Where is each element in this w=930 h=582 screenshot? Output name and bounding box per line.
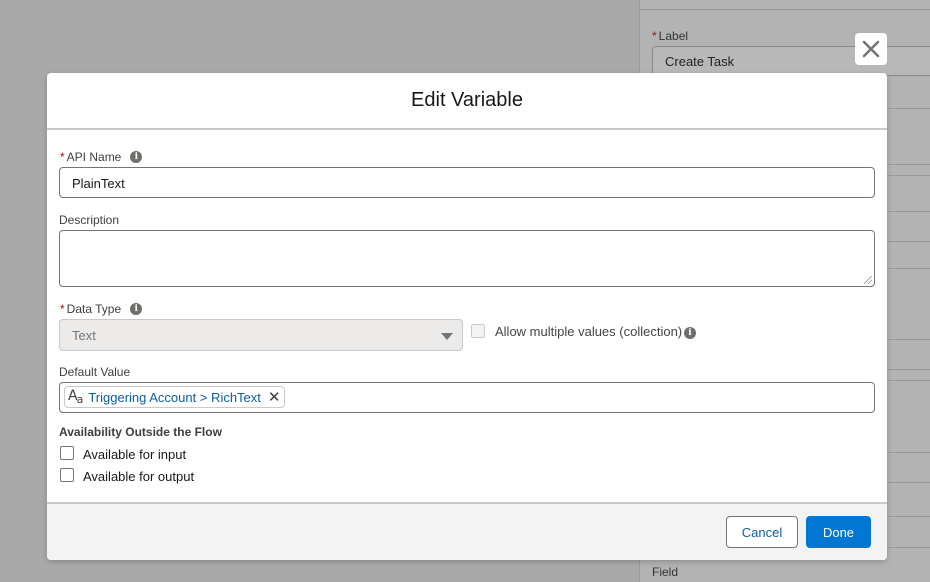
close-modal-button[interactable] xyxy=(855,33,887,65)
default-value-label: Default Value xyxy=(59,365,130,379)
description-textarea[interactable] xyxy=(59,230,875,287)
modal-body: * API Name i PlainText Description * Dat… xyxy=(47,130,887,502)
required-mark: * xyxy=(60,302,65,316)
data-type-label: * Data Type i xyxy=(60,302,143,316)
remove-pill-icon[interactable]: ✕ xyxy=(268,388,281,406)
data-type-label-text: Data Type xyxy=(66,302,122,316)
allow-multiple-label: Allow multiple values (collection) xyxy=(495,324,683,339)
cancel-button[interactable]: Cancel xyxy=(726,516,798,548)
info-icon[interactable]: i xyxy=(130,151,143,163)
data-type-value: Text xyxy=(72,328,96,343)
panel-divider xyxy=(639,9,930,10)
availability-section-title: Availability Outside the Flow xyxy=(59,425,222,439)
panel-field-label: Field xyxy=(652,565,679,579)
chevron-down-icon xyxy=(441,333,453,340)
required-mark: * xyxy=(652,29,657,43)
close-icon xyxy=(862,40,880,58)
description-label-text: Description xyxy=(59,213,120,227)
api-name-label-text: API Name xyxy=(66,150,122,164)
available-for-output-label: Available for output xyxy=(83,469,195,484)
data-type-select[interactable]: Text xyxy=(59,319,463,351)
allow-multiple-checkbox[interactable] xyxy=(471,324,485,338)
default-value-combobox[interactable]: Aa Triggering Account > RichText ✕ xyxy=(59,382,875,413)
api-name-label: * API Name i xyxy=(60,150,143,164)
available-for-input-checkbox[interactable] xyxy=(60,446,74,460)
resize-handle[interactable] xyxy=(864,276,872,284)
default-value-label-text: Default Value xyxy=(59,365,131,379)
available-for-input-label: Available for input xyxy=(83,447,187,462)
panel-label-input: Create Task xyxy=(652,46,930,76)
modal-footer: Cancel Done xyxy=(47,502,887,560)
info-icon[interactable]: i xyxy=(130,303,143,315)
panel-label-field-label: * Label xyxy=(652,29,688,43)
required-mark: * xyxy=(60,150,65,164)
modal-header: Edit Variable xyxy=(47,73,887,130)
resource-pill-label: Triggering Account > RichText xyxy=(88,389,261,405)
resource-pill[interactable]: Aa Triggering Account > RichText ✕ xyxy=(64,386,286,408)
text-type-icon: Aa xyxy=(68,388,83,406)
api-name-input[interactable]: PlainText xyxy=(59,167,875,198)
label-text: Label xyxy=(658,29,689,43)
available-for-output-checkbox[interactable] xyxy=(60,468,74,482)
done-button[interactable]: Done xyxy=(806,516,871,548)
info-icon[interactable]: i xyxy=(684,327,696,339)
edit-variable-modal: Edit Variable * API Name i PlainText Des… xyxy=(47,73,887,560)
modal-title: Edit Variable xyxy=(411,89,523,111)
description-label: Description xyxy=(59,213,119,227)
